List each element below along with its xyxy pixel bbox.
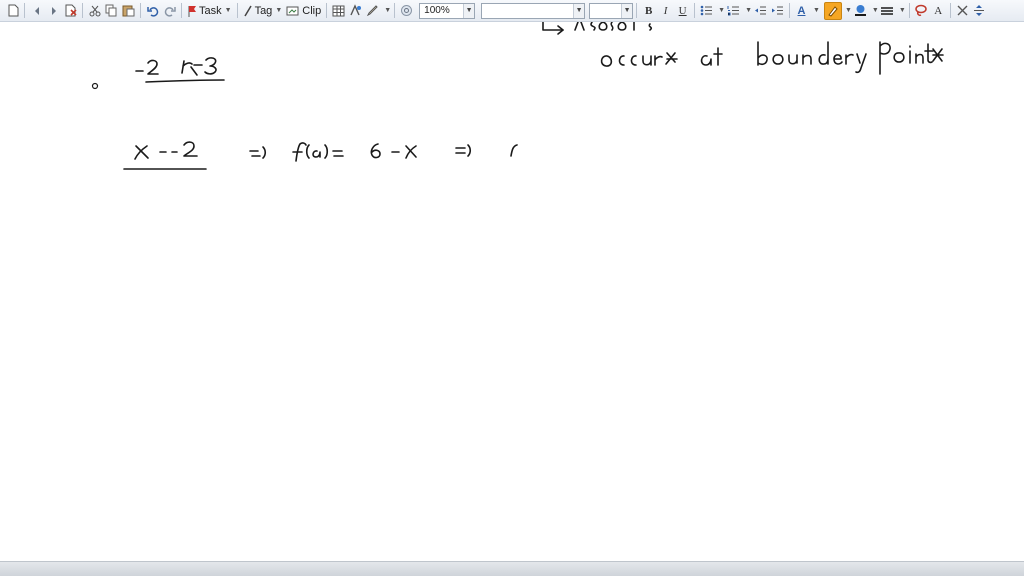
chevron-down-icon[interactable]: ▼ xyxy=(813,7,820,14)
chevron-down-icon[interactable]: ▼ xyxy=(845,7,852,14)
chevron-down-icon[interactable]: ▼ xyxy=(899,7,906,14)
chevron-down-icon: ▼ xyxy=(573,3,585,18)
line-style-icon[interactable] xyxy=(879,2,896,19)
table-icon[interactable] xyxy=(330,2,347,19)
toolbar: Task ▼ Tag ▼ Clip ▼ 100% ▼ ▼ ▼ B I U ▼ ▼ xyxy=(0,0,1024,22)
ink-stroke-top-partial xyxy=(542,19,653,35)
at-icon[interactable] xyxy=(398,2,415,19)
outdent-icon[interactable] xyxy=(752,2,769,19)
zoom-value: 100% xyxy=(424,4,450,16)
chevron-down-icon[interactable]: ▼ xyxy=(718,7,725,14)
bullets-icon[interactable] xyxy=(698,2,715,19)
ink-stroke-interval xyxy=(135,57,225,83)
lasso-icon[interactable] xyxy=(913,2,930,19)
delete-page-icon[interactable] xyxy=(62,2,79,19)
new-page-icon[interactable] xyxy=(4,2,21,19)
highlighter-icon[interactable] xyxy=(823,1,842,20)
pen-icon[interactable] xyxy=(364,2,381,19)
style-button[interactable]: A xyxy=(930,2,947,19)
toolbar-separator xyxy=(394,3,396,18)
zoom-select[interactable]: 100% ▼ xyxy=(419,2,476,19)
chevron-down-icon[interactable]: ▼ xyxy=(745,7,752,14)
redo-icon[interactable] xyxy=(161,2,178,19)
tag-icon xyxy=(243,5,252,16)
underline-button[interactable]: U xyxy=(674,2,691,19)
chevron-down-icon: ▼ xyxy=(463,3,475,18)
font-size-select[interactable]: ▼ xyxy=(589,2,634,19)
ink-stroke-x-equals-minus-two xyxy=(123,141,207,170)
ink-stroke-small-circle xyxy=(91,82,99,90)
forward-icon[interactable] xyxy=(45,2,62,19)
ink-stroke-occurs-at-boundary-points xyxy=(600,41,944,75)
chevron-down-icon: ▼ xyxy=(621,3,633,18)
font-name-select[interactable]: ▼ xyxy=(481,2,586,19)
clip-icon xyxy=(286,6,299,15)
font-color-button[interactable]: A xyxy=(793,2,810,19)
paste-icon[interactable] xyxy=(120,2,137,19)
numbering-icon[interactable] xyxy=(725,2,742,19)
bold-button[interactable]: B xyxy=(640,2,657,19)
ink-stroke-function xyxy=(249,142,518,162)
toolbar-separator xyxy=(694,3,696,18)
toolbar-separator xyxy=(636,3,638,18)
tag-button[interactable]: Tag ▼ xyxy=(241,2,285,19)
close-icon[interactable] xyxy=(954,2,971,19)
tag-label: Tag xyxy=(254,4,273,17)
toolbar-separator xyxy=(82,3,83,18)
task-label: Task xyxy=(199,4,222,17)
toolbar-separator xyxy=(949,3,951,18)
insert-icon[interactable] xyxy=(347,2,364,19)
clip-label: Clip xyxy=(302,4,322,17)
task-button[interactable]: Task ▼ xyxy=(185,2,234,19)
back-icon[interactable] xyxy=(28,2,45,19)
handwriting-layer xyxy=(91,19,944,170)
fit-icon[interactable] xyxy=(971,2,988,19)
indent-icon[interactable] xyxy=(769,2,786,19)
toolbar-separator xyxy=(236,3,238,18)
chevron-down-icon: ▼ xyxy=(275,7,283,14)
task-flag-icon xyxy=(188,5,196,17)
note-canvas[interactable] xyxy=(0,19,1024,562)
chevron-down-icon[interactable]: ▼ xyxy=(872,7,879,14)
toolbar-separator xyxy=(908,3,910,18)
toolbar-separator xyxy=(789,3,791,18)
toolbar-separator xyxy=(181,3,182,18)
toolbar-separator xyxy=(24,3,25,18)
toolbar-separator xyxy=(326,3,328,18)
italic-button[interactable]: I xyxy=(657,2,674,19)
cut-icon[interactable] xyxy=(86,2,103,19)
fill-color-icon[interactable] xyxy=(852,2,869,19)
clip-button[interactable]: Clip xyxy=(284,2,323,19)
status-bar xyxy=(0,561,1024,576)
undo-icon[interactable] xyxy=(144,2,161,19)
copy-icon[interactable] xyxy=(103,2,120,19)
toolbar-separator xyxy=(140,3,141,18)
chevron-down-icon[interactable]: ▼ xyxy=(384,7,391,14)
chevron-down-icon: ▼ xyxy=(224,7,232,14)
